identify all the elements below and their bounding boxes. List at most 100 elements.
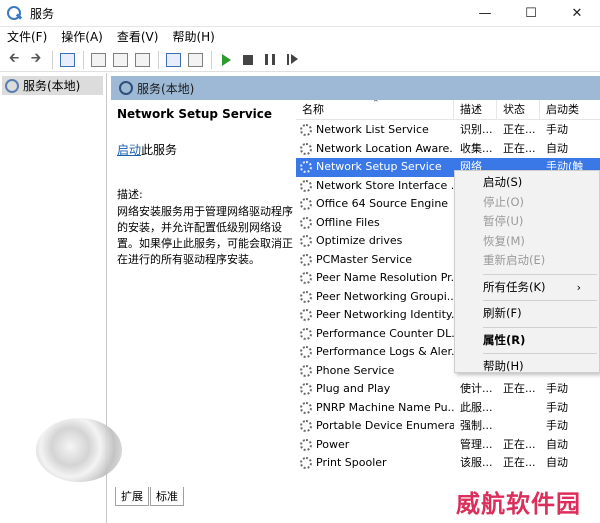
menu-view[interactable]: 查看(V) — [110, 27, 166, 48]
row-status: 正在... — [503, 382, 536, 395]
service-gear-icon — [300, 327, 312, 340]
export-toolbar-button[interactable] — [132, 50, 152, 70]
row-startup: 手动 — [546, 400, 568, 414]
column-name[interactable]: ⌃ 名称 — [296, 100, 454, 120]
service-gear-icon — [300, 272, 312, 285]
tab-extended[interactable]: 扩展 — [115, 487, 149, 506]
menu-separator — [483, 300, 597, 301]
restart-service-button[interactable] — [282, 50, 302, 70]
menu-help[interactable]: 帮助(H) — [165, 27, 221, 48]
minimize-button[interactable]: — — [462, 0, 508, 27]
menu-separator — [483, 353, 597, 354]
toolbar-separator — [211, 50, 212, 69]
row-startup: 自动 — [546, 141, 568, 155]
menu-item-restart[interactable]: 重新启动(E) — [455, 251, 599, 271]
table-row[interactable]: Portable Device Enumera... 强制... 手动 — [296, 417, 600, 436]
menu-item-resume[interactable]: 恢复(M) — [455, 232, 599, 252]
row-status: 正在... — [503, 141, 536, 155]
start-service-link[interactable]: 启动 — [117, 143, 141, 157]
row-startup: 手动 — [546, 382, 568, 395]
window-controls: — ☐ ✕ — [462, 0, 600, 27]
show-tree-button[interactable] — [57, 50, 77, 70]
table-row[interactable]: Print Spooler 该服... 正在... 自动 — [296, 454, 600, 473]
row-status: 正在... — [503, 437, 536, 451]
menu-action[interactable]: 操作(A) — [54, 27, 110, 48]
row-name: Phone Service — [316, 363, 395, 377]
table-row[interactable]: Power 管理... 正在... 自动 — [296, 436, 600, 455]
menu-file[interactable]: 文件(F) — [0, 27, 54, 48]
row-name: Network Store Interface ... — [316, 178, 454, 192]
help-toolbar-button[interactable] — [163, 50, 183, 70]
row-name: Peer Networking Identity... — [316, 308, 454, 321]
selected-service-name: Network Setup Service — [117, 107, 273, 121]
service-gear-icon — [300, 253, 312, 266]
row-description: 此服... — [460, 400, 493, 414]
service-gear-icon — [300, 161, 312, 174]
row-name: Performance Logs & Aler... — [316, 345, 454, 358]
service-gear-icon — [300, 420, 312, 433]
tree-item-label: 服务(本地) — [23, 79, 81, 93]
close-button[interactable]: ✕ — [554, 0, 600, 27]
row-name: Portable Device Enumera... — [316, 419, 454, 432]
stop-service-button[interactable] — [238, 50, 258, 70]
toolbar-separator — [158, 50, 159, 69]
toolbar-separator — [52, 50, 53, 69]
menu-item-start[interactable]: 启动(S) — [455, 173, 599, 193]
column-status[interactable]: 状态 — [497, 100, 540, 120]
row-name: Office 64 Source Engine — [316, 197, 449, 210]
menu-item-refresh[interactable]: 刷新(F) — [455, 304, 599, 324]
chevron-right-icon: › — [576, 280, 581, 294]
console-tree-icon — [59, 52, 75, 67]
start-service-button[interactable] — [216, 50, 236, 70]
service-gear-icon — [300, 179, 312, 192]
description-label: 描述: — [117, 188, 143, 201]
row-startup: 自动 — [546, 456, 568, 469]
menu-item-pause[interactable]: 暂停(U) — [455, 212, 599, 232]
pause-service-button[interactable] — [260, 50, 280, 70]
tree-item-services-local[interactable]: 服务(本地) — [2, 76, 103, 95]
column-startup-type[interactable]: 启动类 — [540, 100, 600, 120]
description-text: 网络安装服务用于管理网络驱动程序的安装，并允许配置低级别网络设置。如果停止此服务… — [117, 205, 293, 266]
service-gear-icon — [300, 383, 312, 396]
table-row[interactable]: Network Location Aware... 收集... 正在... 自动 — [296, 140, 600, 159]
table-row[interactable]: Network List Service 识别... 正在... 手动 — [296, 121, 600, 140]
window-title: 服务 — [30, 6, 55, 21]
column-description[interactable]: 描述 — [454, 100, 497, 120]
menu-item-properties[interactable]: 属性(R) — [455, 331, 599, 351]
service-gear-icon — [300, 290, 312, 303]
menu-item-all-tasks[interactable]: 所有任务(K) › — [455, 278, 599, 298]
menu-item-stop[interactable]: 停止(O) — [455, 193, 599, 213]
start-service-suffix: 此服务 — [141, 143, 178, 157]
tab-standard[interactable]: 标准 — [150, 487, 184, 506]
list-header: ⌃ 名称 描述 状态 启动类 — [296, 100, 600, 120]
row-startup: 自动 — [546, 437, 568, 451]
row-status: 正在... — [503, 456, 536, 469]
service-gear-icon — [300, 216, 312, 229]
service-gear-icon — [300, 198, 312, 211]
show-action-pane-button[interactable] — [185, 50, 205, 70]
table-row[interactable]: Plug and Play 使计... 正在... 手动 — [296, 380, 600, 399]
row-name: Network List Service — [316, 123, 429, 136]
refresh-toolbar-button[interactable] — [110, 50, 130, 70]
row-name: Print Spooler — [316, 456, 387, 469]
properties-toolbar-button[interactable] — [88, 50, 108, 70]
row-name: Performance Counter DL... — [316, 326, 454, 340]
row-status — [497, 417, 540, 436]
decorative-disc-image — [36, 418, 122, 482]
watermark-text: 威航软件园 — [456, 489, 581, 518]
toolbar: 🡰 🡲 — [0, 48, 600, 72]
row-name: Network Setup Service — [316, 160, 442, 173]
back-button[interactable]: 🡰 — [4, 50, 24, 70]
toolbar-separator — [83, 50, 84, 69]
services-gear-icon — [5, 78, 19, 93]
menu-item-help[interactable]: 帮助(H) — [455, 357, 599, 377]
menu-separator — [483, 326, 597, 328]
service-gear-icon — [300, 124, 312, 137]
maximize-button[interactable]: ☐ — [508, 0, 554, 27]
service-gear-icon — [300, 142, 312, 155]
row-description: 使计... — [460, 382, 493, 395]
row-name: Peer Networking Groupi... — [316, 289, 454, 303]
forward-button[interactable]: 🡲 — [26, 50, 46, 70]
row-description: 强制... — [460, 419, 493, 432]
table-row[interactable]: PNRP Machine Name Pu... 此服... 手动 — [296, 399, 600, 418]
